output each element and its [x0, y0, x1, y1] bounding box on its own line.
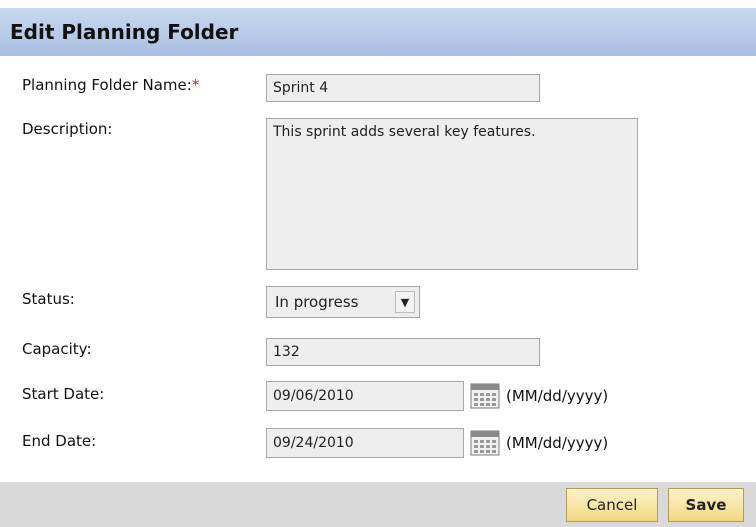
- start-date-format-hint: (MM/dd/yyyy): [506, 387, 609, 405]
- status-label: Status:: [22, 290, 75, 308]
- dialog-header: Edit Planning Folder: [0, 8, 756, 56]
- dropdown-arrow-icon[interactable]: ▼: [395, 291, 415, 313]
- capacity-input[interactable]: [266, 338, 540, 366]
- edit-planning-folder-dialog: Edit Planning Folder Planning Folder Nam…: [0, 0, 756, 527]
- planning-folder-name-input[interactable]: [266, 74, 540, 102]
- status-select[interactable]: In progress ▼: [266, 286, 420, 318]
- name-label-text: Planning Folder Name:: [22, 76, 192, 94]
- description-label: Description:: [22, 120, 113, 138]
- calendar-icon[interactable]: [470, 383, 500, 409]
- calendar-icon[interactable]: [470, 430, 500, 456]
- end-date-label: End Date:: [22, 432, 97, 450]
- start-date-label: Start Date:: [22, 385, 105, 403]
- dialog-title: Edit Planning Folder: [10, 20, 239, 44]
- cancel-button[interactable]: Cancel: [566, 488, 658, 522]
- end-date-input[interactable]: [266, 428, 464, 458]
- name-label: Planning Folder Name:*: [22, 76, 199, 94]
- save-button[interactable]: Save: [668, 488, 744, 522]
- start-date-input[interactable]: [266, 381, 464, 411]
- end-date-format-hint: (MM/dd/yyyy): [506, 434, 609, 452]
- capacity-label: Capacity:: [22, 340, 92, 358]
- status-selected-value: In progress: [275, 293, 359, 311]
- description-textarea[interactable]: This sprint adds several key features.: [266, 118, 638, 270]
- required-asterisk: *: [191, 76, 200, 94]
